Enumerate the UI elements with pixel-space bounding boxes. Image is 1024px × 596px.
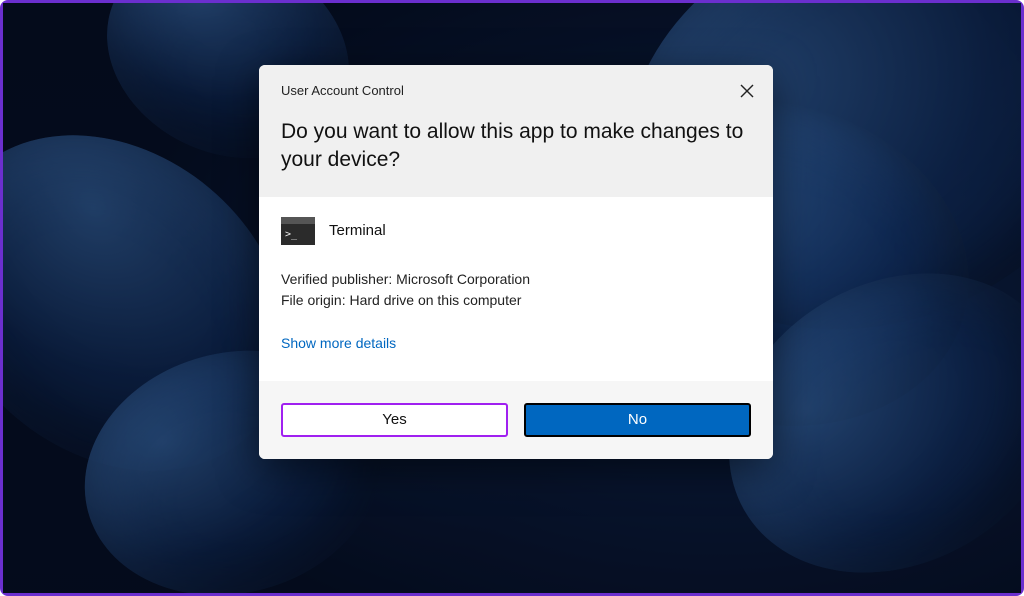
no-button[interactable]: No [524,403,751,437]
dialog-title: User Account Control [281,83,751,98]
dialog-header: User Account Control Do you want to allo… [259,65,773,197]
yes-button[interactable]: Yes [281,403,508,437]
show-more-details-link[interactable]: Show more details [281,335,396,351]
uac-dialog: User Account Control Do you want to allo… [259,65,773,459]
publisher-line: Verified publisher: Microsoft Corporatio… [281,269,751,290]
origin-line: File origin: Hard drive on this computer [281,290,751,311]
close-icon [740,84,754,98]
dialog-question: Do you want to allow this app to make ch… [281,118,751,175]
app-name: Terminal [329,222,386,239]
dialog-footer: Yes No [259,381,773,459]
close-button[interactable] [735,79,759,103]
app-row: >_ Terminal [281,217,751,245]
terminal-icon: >_ [281,217,315,245]
dialog-body: >_ Terminal Verified publisher: Microsof… [259,197,773,381]
